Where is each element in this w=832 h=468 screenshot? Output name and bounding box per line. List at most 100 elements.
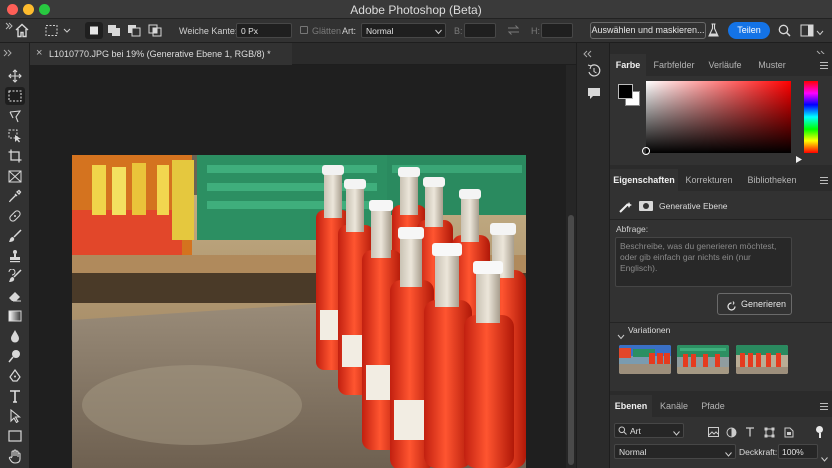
canvas-area[interactable]	[30, 65, 576, 468]
path-selection-tool-icon[interactable]	[5, 407, 25, 425]
antialias-label: Glätten	[312, 26, 342, 36]
history-panel-icon[interactable]	[587, 64, 601, 83]
flask-icon[interactable]	[708, 23, 719, 40]
height-input[interactable]	[541, 23, 573, 38]
tab-paths[interactable]: Pfade	[698, 395, 728, 417]
tab-adjustments[interactable]: Korrekturen	[682, 169, 736, 191]
divider	[610, 322, 832, 323]
prompt-input[interactable]: Beschreibe, was du generieren möchtest, …	[615, 237, 792, 287]
color-panel: Farbe Farbfelder Verläufe Muster	[610, 54, 832, 165]
width-input[interactable]	[464, 23, 496, 38]
chevron-down-icon[interactable]	[816, 28, 824, 38]
color-picker-cursor[interactable]	[642, 147, 650, 155]
add-to-selection-icon[interactable]	[107, 24, 121, 39]
frame-tool-icon[interactable]	[5, 167, 25, 185]
collapse-panels-icon[interactable]	[583, 45, 593, 63]
home-icon[interactable]	[14, 23, 30, 40]
close-document-icon[interactable]: ×	[36, 47, 42, 59]
chevron-down-icon[interactable]	[617, 327, 625, 345]
blur-tool-icon[interactable]	[5, 327, 25, 345]
tab-layers[interactable]: Ebenen	[610, 395, 652, 417]
swap-dimensions-icon[interactable]	[507, 24, 520, 38]
tab-swatches[interactable]: Farbfelder	[650, 54, 698, 76]
antialias-checkbox[interactable]	[300, 26, 308, 34]
filter-toggle-switch[interactable]	[816, 426, 823, 433]
clone-stamp-tool-icon[interactable]	[5, 247, 25, 265]
share-button[interactable]: Teilen	[728, 22, 770, 39]
layer-type-label: Generative Ebene	[659, 201, 728, 211]
new-selection-icon[interactable]	[85, 22, 103, 39]
layer-mask-icon	[639, 201, 653, 211]
opacity-label: Deckkraft:	[739, 447, 778, 457]
style-select[interactable]: Normal	[361, 23, 446, 38]
blend-mode-select[interactable]: Normal	[614, 444, 736, 459]
foreground-color-swatch[interactable]	[618, 84, 633, 99]
expand-icon[interactable]	[5, 22, 13, 32]
brush-tool-icon[interactable]	[5, 227, 25, 245]
layer-filter-value: Art	[630, 426, 641, 436]
chevron-down-icon	[673, 428, 680, 438]
app-title: Adobe Photoshop (Beta)	[350, 3, 482, 17]
lasso-tool-icon[interactable]	[5, 107, 25, 125]
rectangular-marquee-tool-icon[interactable]	[5, 87, 25, 105]
filter-adjustment-layer-icon[interactable]	[724, 425, 738, 439]
eyedropper-tool-icon[interactable]	[5, 187, 25, 205]
comments-panel-icon[interactable]	[587, 87, 601, 105]
hue-slider-handle[interactable]	[796, 150, 802, 168]
filter-pixel-layer-icon[interactable]	[706, 425, 720, 439]
panel-menu-icon[interactable]	[820, 62, 828, 69]
document-tab[interactable]: × L1010770.JPG bei 19% (Generative Ebene…	[30, 43, 292, 65]
opacity-input[interactable]: 100%	[778, 444, 818, 459]
object-selection-tool-icon[interactable]	[5, 127, 25, 145]
chevron-down-icon[interactable]	[821, 449, 828, 467]
generate-label: Generieren	[741, 299, 787, 309]
chevron-down-icon	[725, 449, 732, 459]
pen-tool-icon[interactable]	[5, 367, 25, 385]
marquee-tool-preset-icon[interactable]	[45, 24, 71, 39]
properties-panel-tabs: Eigenschaften Korrekturen Bibliotheken	[610, 169, 832, 191]
tab-channels[interactable]: Kanäle	[656, 395, 692, 417]
variation-thumbnail-3[interactable]	[736, 345, 788, 374]
vertical-scrollbar[interactable]	[566, 65, 576, 468]
eraser-tool-icon[interactable]	[5, 287, 25, 305]
subtract-from-selection-icon[interactable]	[127, 24, 141, 39]
tab-color[interactable]: Farbe	[610, 54, 646, 76]
history-brush-tool-icon[interactable]	[5, 267, 25, 285]
filter-type-layer-icon[interactable]	[743, 425, 757, 439]
filter-shape-layer-icon[interactable]	[762, 425, 776, 439]
hand-tool-icon[interactable]	[5, 447, 25, 465]
spot-healing-brush-icon[interactable]	[5, 207, 25, 225]
feather-input[interactable]: 0 Px	[236, 23, 292, 38]
tab-patterns[interactable]: Muster	[752, 54, 792, 76]
generate-button[interactable]: Generieren	[717, 293, 792, 315]
rectangle-tool-icon[interactable]	[5, 427, 25, 445]
generative-layer-icon	[619, 200, 633, 218]
move-tool-icon[interactable]	[5, 67, 25, 85]
variation-thumbnail-1[interactable]	[619, 345, 671, 374]
hue-slider[interactable]	[804, 81, 818, 153]
scroll-thumb[interactable]	[568, 215, 574, 465]
variation-thumbnail-2[interactable]	[677, 345, 729, 374]
width-label: B:	[454, 26, 463, 36]
collapse-toolbar-icon[interactable]	[3, 44, 13, 62]
filter-toggle-stem	[819, 433, 821, 438]
type-tool-icon[interactable]	[5, 387, 25, 405]
tab-gradients[interactable]: Verläufe	[704, 54, 746, 76]
gradient-tool-icon[interactable]	[5, 307, 25, 325]
layer-filter-select[interactable]: Art	[614, 423, 684, 438]
color-field[interactable]	[642, 81, 791, 155]
search-icon[interactable]	[778, 24, 791, 39]
blend-mode-value: Normal	[619, 447, 647, 457]
canvas-image[interactable]	[72, 155, 526, 468]
crop-tool-icon[interactable]	[5, 147, 25, 165]
color-panel-tabs: Farbe Farbfelder Verläufe Muster	[610, 54, 832, 76]
tab-libraries[interactable]: Bibliotheken	[744, 169, 800, 191]
tab-properties[interactable]: Eigenschaften	[610, 169, 678, 191]
workspace-layout-icon[interactable]	[800, 24, 814, 39]
filter-smart-object-icon[interactable]	[781, 425, 795, 439]
intersect-selection-icon[interactable]	[148, 24, 162, 39]
panel-menu-icon[interactable]	[820, 403, 828, 410]
dodge-tool-icon[interactable]	[5, 347, 25, 365]
panel-menu-icon[interactable]	[820, 177, 828, 184]
select-and-mask-button[interactable]: Auswählen und maskieren...	[590, 22, 706, 39]
